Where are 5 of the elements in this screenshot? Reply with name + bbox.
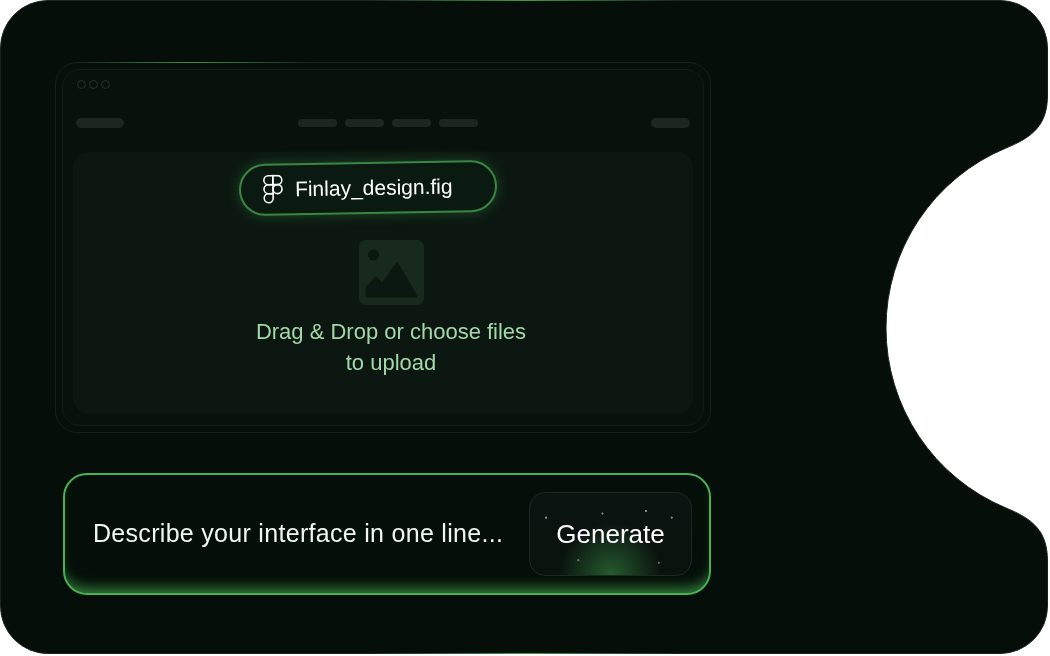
file-name: Finlay_design.fig: [294, 173, 453, 203]
upload-instruction: Drag & Drop or choose files to upload: [254, 318, 528, 377]
prompt-field[interactable]: Describe your interface in one line... Generate: [63, 473, 711, 595]
generate-button[interactable]: Generate: [529, 492, 692, 576]
logo-icon: [262, 174, 284, 205]
